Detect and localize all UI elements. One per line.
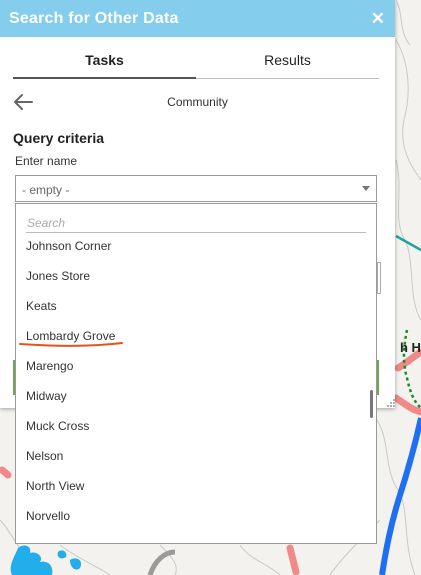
list-item[interactable]: Keats xyxy=(16,291,366,321)
list-item[interactable]: Norvello xyxy=(16,501,366,531)
tab-tasks[interactable]: Tasks xyxy=(13,52,196,79)
hidden-field-remnant xyxy=(377,262,381,294)
dropdown-scrollbar[interactable] xyxy=(370,390,373,418)
list-item[interactable]: Johnson Corner xyxy=(16,231,366,261)
name-select-value: - empty - xyxy=(22,183,70,197)
list-item[interactable]: Nelson xyxy=(16,441,366,471)
tab-bar: Tasks Results xyxy=(13,52,379,79)
enter-name-label: Enter name xyxy=(15,154,78,168)
name-dropdown: Johnson Corner Jones Store Keats Lombard… xyxy=(15,203,377,544)
breadcrumb: Community xyxy=(167,95,228,109)
map-place-label: h Hi xyxy=(400,340,421,355)
list-item[interactable]: Marengo xyxy=(16,351,366,381)
close-icon[interactable]: ✕ xyxy=(371,10,385,27)
dropdown-search-input[interactable] xyxy=(26,211,366,233)
list-item[interactable]: Midway xyxy=(16,381,366,411)
widget-title-bar[interactable]: Search for Other Data ✕ xyxy=(0,0,395,37)
resize-grip-icon[interactable] xyxy=(386,398,396,408)
query-criteria-heading: Query criteria xyxy=(13,130,105,146)
dropdown-list: Johnson Corner Jones Store Keats Lombard… xyxy=(16,231,366,531)
name-select[interactable]: - empty - xyxy=(15,175,377,202)
list-item[interactable]: North View xyxy=(16,471,366,501)
list-item[interactable]: Jones Store xyxy=(16,261,366,291)
list-item[interactable]: Muck Cross xyxy=(16,411,366,441)
list-item-highlighted[interactable]: Lombardy Grove xyxy=(16,321,366,351)
tab-results[interactable]: Results xyxy=(196,52,379,79)
widget-title: Search for Other Data xyxy=(9,9,179,27)
chevron-down-icon[interactable] xyxy=(362,186,370,191)
